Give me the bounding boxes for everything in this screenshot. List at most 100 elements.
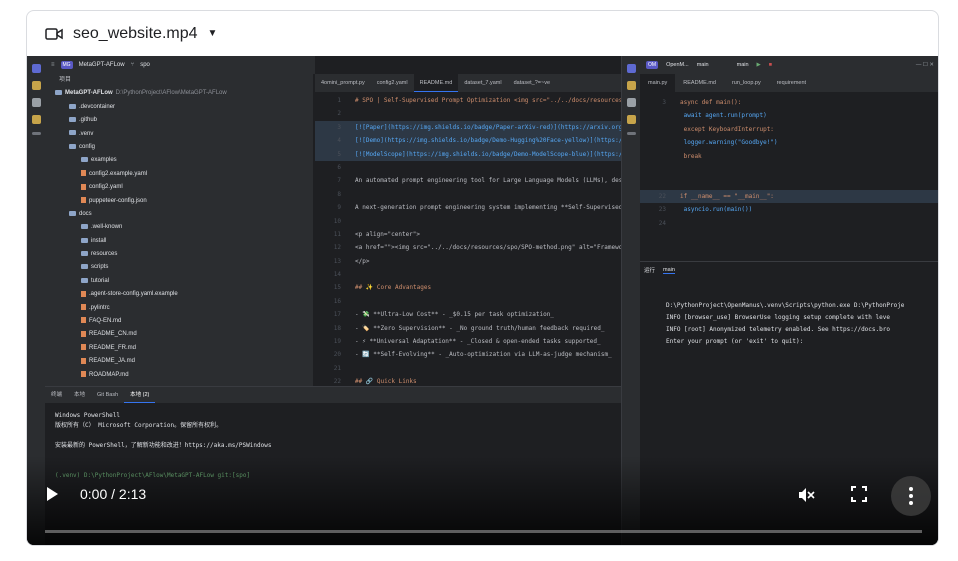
tree-item[interactable]: config2.yaml xyxy=(45,181,313,194)
tree-item[interactable]: README_CN.md xyxy=(45,328,313,341)
run-tab[interactable]: main xyxy=(663,267,675,274)
editor-code[interactable]: 1 # SPO | Self-Supervised Prompt Optimiza… xyxy=(315,94,621,386)
tree-item[interactable]: README_FR.md xyxy=(45,342,313,355)
code-line: 2 xyxy=(315,107,621,120)
line-number: 11 xyxy=(333,230,341,238)
tree-item-label: ROADMAP.md xyxy=(89,371,129,378)
tree-item[interactable]: puppeteer-config.json xyxy=(45,195,313,208)
run-tabs: 运行 main xyxy=(640,262,938,278)
editor-tab[interactable]: 4omini_prompt.py xyxy=(315,74,371,92)
tree-item[interactable]: FAQ-EN.md xyxy=(45,315,313,328)
structure-icon[interactable] xyxy=(626,115,636,124)
branch-switcher[interactable]: spo xyxy=(140,62,150,68)
mute-icon[interactable] xyxy=(797,486,815,504)
file-icon xyxy=(81,330,86,337)
tree-item-label: examples xyxy=(91,157,117,164)
run-label: 运行 xyxy=(644,268,656,274)
editor-tab[interactable]: main.py xyxy=(640,74,676,92)
code-line: 7 An automated prompt engineering tool fo… xyxy=(315,174,621,187)
folder-icon xyxy=(81,157,88,163)
tree-item[interactable]: resources xyxy=(45,248,313,261)
root-path: D:\PythonProject\AFlow\MetaGPT-AFLow xyxy=(115,90,227,97)
more-tools-icon[interactable] xyxy=(626,132,636,135)
tree-item-label: config2.example.yaml xyxy=(89,170,148,177)
tree-item[interactable]: .github xyxy=(45,114,313,127)
editor-tab[interactable]: config2.yaml xyxy=(371,74,414,92)
tree-item[interactable]: scripts xyxy=(45,261,313,274)
stop-icon[interactable]: ■ xyxy=(769,62,772,68)
tree-root[interactable]: MetaGPT-AFLow D:\PythonProject\AFlow\Meta… xyxy=(45,87,313,100)
project-switcher[interactable]: MetaGPT-AFLow xyxy=(79,62,125,68)
code-line: 9 A next-generation prompt engineering sy… xyxy=(315,201,621,214)
tree-item[interactable]: README_JA.md xyxy=(45,355,313,368)
tree-item[interactable]: install xyxy=(45,235,313,248)
folder-icon xyxy=(81,237,88,243)
branch-icon: ⑂ xyxy=(130,62,135,68)
tree-item[interactable]: tutorial xyxy=(45,275,313,288)
line-number: 3 xyxy=(662,99,666,106)
terminal-tab[interactable]: 本地 (2) xyxy=(124,387,156,403)
commit-icon[interactable] xyxy=(626,81,636,90)
code-line: 22 ## 🔗 Quick Links xyxy=(315,375,621,386)
run-icon[interactable]: ▶ xyxy=(757,62,761,68)
terminal-line: 安装最新的 PowerShell，了解新功能和改进！https://aka.ms… xyxy=(55,442,272,449)
tree-item[interactable]: .pylintrc xyxy=(45,302,313,315)
line-number: 18 xyxy=(333,324,341,332)
tree-item[interactable]: .venv xyxy=(45,128,313,141)
folder-icon xyxy=(69,143,76,149)
terminal-tab[interactable]: Git Bash xyxy=(91,387,124,403)
project-icon[interactable] xyxy=(626,64,636,73)
tree-item[interactable]: config2.example.yaml xyxy=(45,168,313,181)
project-switcher[interactable]: OpenM... xyxy=(666,62,689,68)
code-line: 14 xyxy=(315,268,621,281)
right-editor-code[interactable]: 3 async def main(): await agent.run(promp… xyxy=(640,96,938,230)
line-number: 22 xyxy=(333,378,341,386)
tree-item[interactable]: .agent-store-config.yaml.example xyxy=(45,288,313,301)
run-config-select[interactable]: main xyxy=(737,62,749,68)
commit-icon[interactable] xyxy=(31,81,41,90)
tree-item[interactable]: config xyxy=(45,141,313,154)
terminal-tab[interactable]: 终端 xyxy=(45,387,68,403)
code-line: 20 - 🔄 **Self-Evolving** - _Auto-optimiza… xyxy=(315,348,621,361)
terminal-tab[interactable]: 本地 xyxy=(68,387,91,403)
project-icon[interactable] xyxy=(31,64,41,73)
github-icon[interactable] xyxy=(31,98,41,107)
window-controls-icon[interactable]: — ☐ ✕ xyxy=(916,62,934,68)
tree-item[interactable]: docs xyxy=(45,208,313,221)
progress-bar[interactable] xyxy=(45,530,922,533)
code-line: 10 xyxy=(315,215,621,228)
code-line: 11 <p align="center"> xyxy=(315,228,621,241)
tree-item[interactable]: .well-known xyxy=(45,221,313,234)
play-icon[interactable] xyxy=(47,487,58,501)
code-line: except KeyboardInterrupt: xyxy=(640,123,938,136)
video-player[interactable]: ≡ MG MetaGPT-AFLow ⑂ spo 项目 MetaGPT-AFLo… xyxy=(27,56,938,545)
right-editor-tabs: main.py README.md run_loop.py requirement xyxy=(640,74,938,92)
tree-item-label: scripts xyxy=(91,264,109,271)
run-output[interactable]: D:\PythonProject\OpenManus\.venv\Scripts… xyxy=(640,278,938,348)
tree-item[interactable]: ROADMAP.md xyxy=(45,369,313,382)
tree-item[interactable]: examples xyxy=(45,154,313,167)
editor-tab[interactable]: dataset_7.yaml xyxy=(458,74,507,92)
branch-switcher[interactable]: main xyxy=(697,62,709,68)
tree-item[interactable]: .devcontainer xyxy=(45,101,313,114)
github-icon[interactable] xyxy=(626,98,636,107)
menu-icon[interactable]: ≡ xyxy=(51,62,55,68)
editor-tab[interactable]: dataset_?=~ve xyxy=(508,74,556,92)
editor-tab[interactable]: requirement xyxy=(769,74,814,92)
caret-down-icon[interactable]: ▼ xyxy=(208,28,218,39)
tree-item-label: .devcontainer xyxy=(79,103,116,110)
more-vert-icon[interactable] xyxy=(891,476,931,516)
code-line: 19 - ⚡ **Universal Adaptation** - _Closed… xyxy=(315,335,621,348)
editor-tab[interactable]: README.md xyxy=(413,74,459,92)
more-tools-icon[interactable] xyxy=(31,132,41,135)
video-header[interactable]: seo_website.mp4 ▼ xyxy=(27,11,938,56)
structure-icon[interactable] xyxy=(31,115,41,124)
editor-tab[interactable]: README.md xyxy=(675,74,724,92)
fullscreen-icon[interactable] xyxy=(851,486,867,502)
editor-tab[interactable]: run_loop.py xyxy=(724,74,769,92)
line-number: 23 xyxy=(658,206,666,214)
line-number: 24 xyxy=(658,219,666,227)
code-line: logger.warning("Goodbye!") xyxy=(640,136,938,149)
